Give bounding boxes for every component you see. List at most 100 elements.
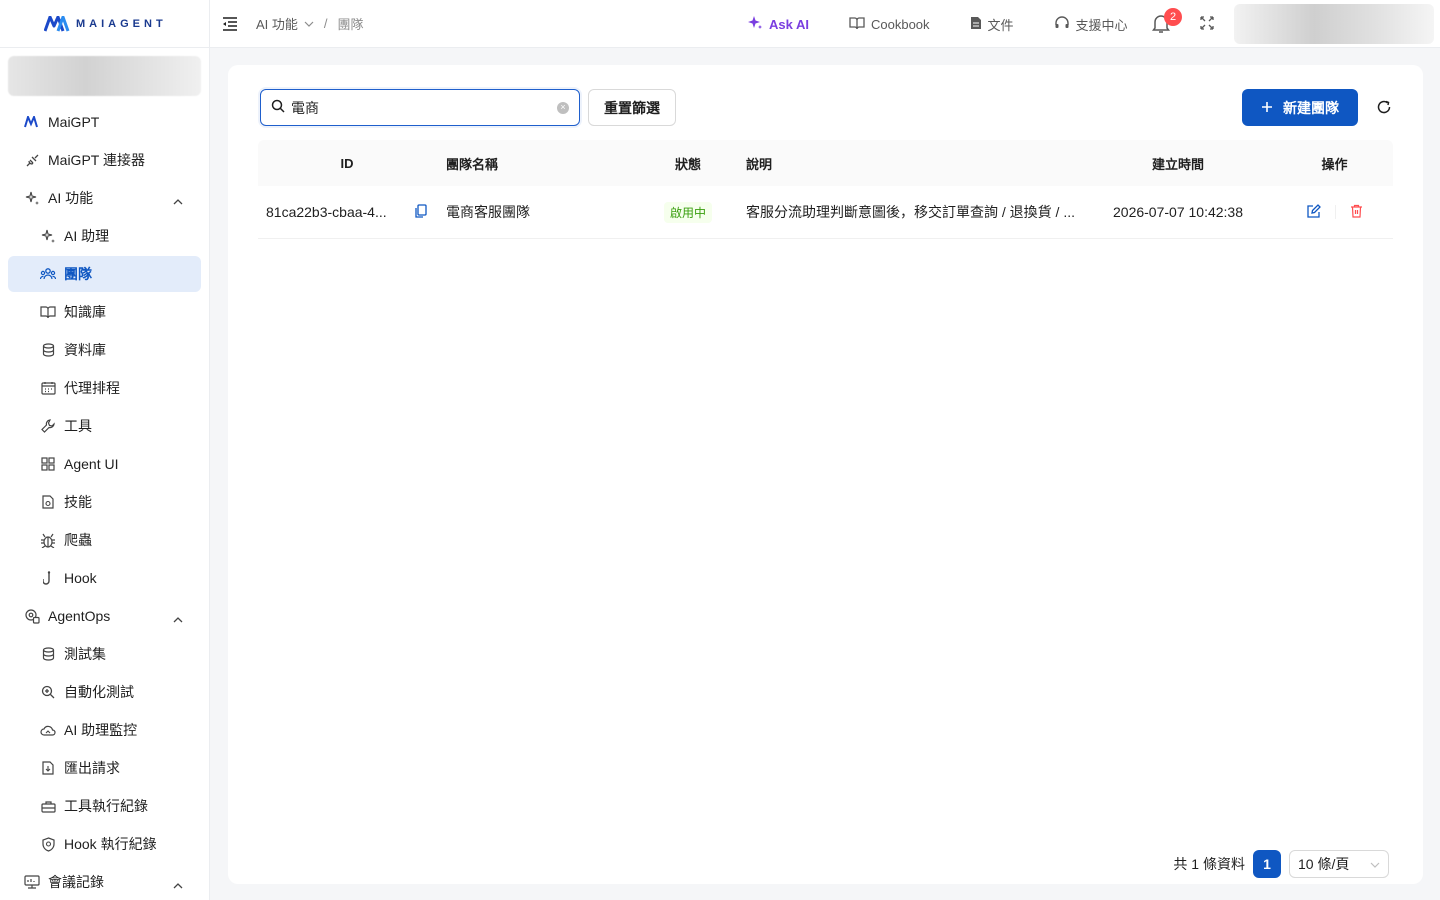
cookbook-link[interactable]: Cookbook: [849, 16, 930, 33]
reset-filter-button[interactable]: 重置篩選: [588, 89, 676, 126]
sidebar-item-label: MaiGPT: [48, 114, 100, 130]
sidebar-item-label: 知識庫: [64, 304, 106, 320]
pagination: 共 1 條資料 1 10 條/頁: [1173, 850, 1389, 878]
sidebar-item-11[interactable]: 爬蟲: [8, 522, 201, 558]
sidebar-item-0[interactable]: MaiGPT: [8, 104, 201, 140]
sidebar-item-label: MaiGPT 連接器: [48, 152, 145, 168]
sidebar-item-label: 爬蟲: [64, 532, 92, 548]
sidebar-item-label: Agent UI: [64, 456, 119, 472]
breadcrumb-parent[interactable]: AI 功能: [256, 14, 298, 33]
headset-icon: [1054, 15, 1070, 34]
support-label: 支援中心: [1075, 17, 1128, 33]
clear-search-icon[interactable]: ×: [557, 101, 569, 114]
sidebar-item-4[interactable]: 團隊: [8, 256, 201, 292]
search-icon: [271, 99, 285, 116]
breadcrumb-separator: /: [323, 16, 328, 31]
chevron-up-icon[interactable]: [173, 876, 183, 892]
sidebar-item-label: 匯出請求: [64, 760, 120, 776]
sidebar-item-18[interactable]: 工具執行紀錄: [8, 788, 201, 824]
sidebar-item-8[interactable]: 工具: [8, 408, 201, 444]
sidebar-item-10[interactable]: 技能: [8, 484, 201, 520]
cell-name: 電商客服團隊: [446, 204, 530, 220]
sidebar-item-20[interactable]: 會議記錄: [8, 864, 201, 900]
sidebar-item-3[interactable]: AI 助理: [8, 218, 201, 254]
menu-collapse-icon[interactable]: [220, 14, 240, 34]
team-id: 81ca22b3-cbaa-4...: [266, 204, 387, 220]
ask-ai-label: Ask AI: [769, 16, 809, 32]
sidebar-item-label: 測試集: [64, 646, 106, 662]
sidebar-item-16[interactable]: AI 助理監控: [8, 712, 201, 748]
sidebar-item-2[interactable]: AI 功能: [8, 180, 201, 216]
sidebar-item-9[interactable]: Agent UI: [8, 446, 201, 482]
cell-created: 2026-07-07 10:42:38: [1113, 204, 1243, 220]
file-icon: [40, 494, 56, 510]
sidebar-item-label: 資料庫: [64, 342, 106, 358]
sidebar-item-1[interactable]: MaiGPT 連接器: [8, 142, 201, 178]
new-team-button[interactable]: 新建團隊: [1242, 89, 1358, 126]
sidebar-item-label: AI 助理: [64, 228, 110, 244]
status-badge: 啟用中: [663, 201, 712, 223]
sparkle-icon: [40, 228, 56, 244]
ask-ai-link[interactable]: Ask AI: [747, 15, 809, 34]
sidebar-item-19[interactable]: Hook 執行紀錄: [8, 826, 201, 862]
sidebar-item-13[interactable]: AgentOps: [8, 598, 201, 634]
copy-icon[interactable]: [414, 203, 428, 221]
sidebar-item-label: Hook 執行紀錄: [64, 836, 157, 852]
shield-icon: [40, 836, 56, 852]
refresh-icon[interactable]: [1376, 99, 1392, 118]
hook-icon: [40, 570, 56, 586]
header-description: 說明: [746, 156, 773, 172]
support-link[interactable]: 支援中心: [1054, 15, 1128, 34]
maigpt-logo-icon: [24, 114, 40, 130]
sidebar-item-6[interactable]: 資料庫: [8, 332, 201, 368]
document-icon: [970, 16, 982, 33]
organization-selector[interactable]: [8, 56, 201, 96]
table-row[interactable]: 81ca22b3-cbaa-4... 電商客服團隊 啟用中 客服分流助理判斷意圖…: [258, 186, 1393, 239]
teams-panel: × 重置篩選 新建團隊 ID 團隊名稱 狀態 說明 建立時間 操作 81ca22…: [228, 65, 1423, 884]
sidebar-item-label: AI 助理監控: [64, 722, 138, 738]
meeting-icon: [24, 874, 40, 890]
docs-label: 文件: [987, 17, 1014, 33]
sidebar-item-7[interactable]: 代理排程: [8, 370, 201, 406]
sidebar-item-label: 會議記錄: [48, 874, 104, 890]
header-actions: 操作: [1321, 156, 1348, 172]
chevron-up-icon[interactable]: [173, 192, 183, 208]
chevron-down-icon: [1370, 856, 1380, 872]
sidebar-item-14[interactable]: 測試集: [8, 636, 201, 672]
sparkle-icon: [747, 15, 763, 34]
page-button-current[interactable]: 1: [1253, 850, 1281, 878]
cell-actions: [1276, 203, 1393, 221]
sparkle-icon: [24, 190, 40, 206]
book-icon: [40, 304, 56, 320]
sidebar-item-label: 工具: [64, 418, 92, 434]
chevron-up-icon[interactable]: [173, 610, 183, 626]
sidebar-item-label: AI 功能: [48, 190, 94, 206]
sidebar-item-15[interactable]: 自動化測試: [8, 674, 201, 710]
sidebar-item-label: 代理排程: [64, 380, 120, 396]
sidebar-item-17[interactable]: 匯出請求: [8, 750, 201, 786]
brand-logo[interactable]: MAIAGENT: [0, 0, 209, 48]
page-size-select[interactable]: 10 條/頁: [1289, 850, 1389, 878]
toolbox-icon: [40, 798, 56, 814]
user-profile-menu[interactable]: [1234, 4, 1434, 44]
chevron-down-icon[interactable]: [304, 16, 314, 31]
calendar-icon: [40, 380, 56, 396]
wrench-icon: [40, 418, 56, 434]
docs-link[interactable]: 文件: [970, 15, 1014, 34]
edit-icon[interactable]: [1306, 203, 1321, 221]
notification-bell-icon[interactable]: 2: [1152, 8, 1182, 34]
search-box[interactable]: ×: [260, 89, 580, 126]
total-count: 共 1 條資料: [1173, 856, 1245, 872]
sidebar-item-12[interactable]: Hook: [8, 560, 201, 596]
header-status: 狀態: [674, 156, 701, 172]
logo-text: MAIAGENT: [76, 17, 167, 30]
maiagent-logo-icon: MAIAGENT: [44, 15, 167, 32]
sidebar-item-label: 團隊: [64, 266, 92, 282]
search-zoom-icon: [40, 684, 56, 700]
search-input[interactable]: [291, 99, 557, 116]
fullscreen-icon[interactable]: [1200, 16, 1214, 33]
sidebar: MAIAGENT MaiGPT MaiGPT 連接器 AI 功能 AI 助理團隊知識庫…: [0, 0, 210, 900]
agentops-icon: [24, 608, 40, 624]
delete-icon[interactable]: [1350, 204, 1363, 221]
sidebar-item-5[interactable]: 知識庫: [8, 294, 201, 330]
